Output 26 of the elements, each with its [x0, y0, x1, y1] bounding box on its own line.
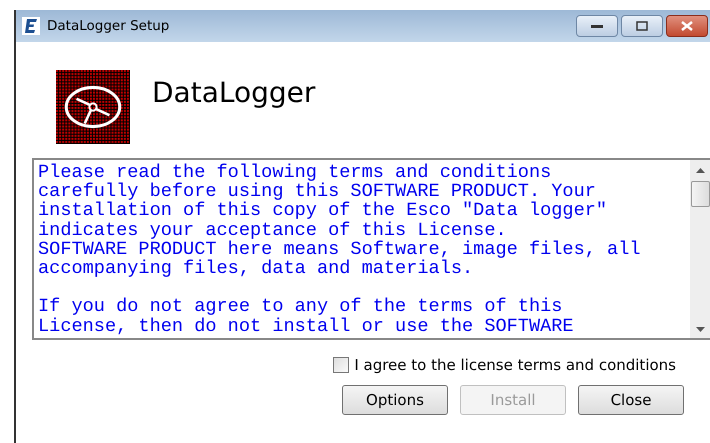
license-text-line: carefully before using this SOFTWARE PRODUCT. Your: [38, 182, 596, 202]
scrollbar[interactable]: [690, 160, 710, 338]
agree-checkbox[interactable]: [333, 357, 350, 373]
product-title: DataLogger: [152, 76, 316, 109]
license-text-line: SOFTWARE PRODUCT here means Software, image files, all: [38, 240, 642, 260]
agree-label: I agree to the license terms and conditions: [354, 356, 676, 374]
disc-logo-icon: [56, 70, 130, 144]
license-text-line: Please read the following terms and conditions: [38, 163, 552, 182]
window-title: DataLogger Setup: [47, 18, 170, 34]
license-text-line: installation of this copy of the Esco "Data logger": [38, 201, 608, 221]
license-text-line: accompanying files, data and materials.: [38, 259, 474, 278]
scroll-down-icon: [696, 327, 704, 332]
license-text-line: License, then do not install or use the SOFTWARE: [38, 316, 575, 336]
maximize-icon: [636, 21, 648, 31]
minimize-button[interactable]: [576, 15, 618, 37]
dialog-button[interactable]: Close: [578, 385, 684, 415]
scroll-thumb[interactable]: [690, 181, 710, 207]
license-text-line: If you do not agree to any of the terms of this: [38, 297, 564, 317]
minimize-icon: [591, 23, 603, 29]
dialog-button[interactable]: Options: [342, 385, 448, 415]
close-icon: [681, 21, 693, 31]
close-window-button[interactable]: [666, 15, 708, 37]
license-text-line: indicates your acceptance of this License.: [38, 220, 507, 240]
maximize-button[interactable]: [621, 15, 663, 37]
app-icon: [22, 17, 40, 35]
scroll-up-icon: [696, 168, 704, 173]
